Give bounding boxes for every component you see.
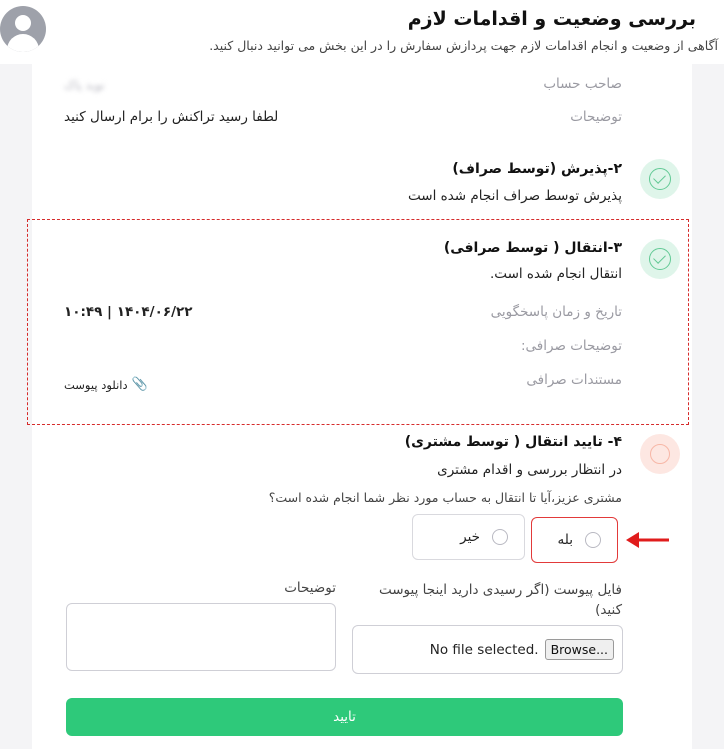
- step-4-title: ۴- تایید انتقال ( توسط مشتری): [404, 434, 622, 450]
- exchange-documents-label: مستندات صرافی: [526, 372, 622, 388]
- avatar[interactable]: [0, 6, 46, 52]
- page-title: بررسی وضعیت و اقدامات لازم: [407, 8, 696, 30]
- avatar-head-shape: [15, 15, 31, 31]
- radio-no[interactable]: [492, 529, 508, 545]
- account-notes-label: توضیحات: [570, 109, 622, 125]
- page-header: بررسی وضعیت و اقدامات لازم آگاهی از وضعی…: [0, 0, 724, 64]
- step-2-description: پذیرش توسط صراف انجام شده است: [408, 188, 622, 204]
- option-no-label: خیر: [460, 529, 480, 545]
- file-input[interactable]: No file selected. Browse...: [352, 625, 623, 674]
- account-owner-value: نوید پاک: [64, 78, 105, 92]
- step-4-description: در انتظار بررسی و اقدام مشتری: [437, 462, 622, 478]
- radio-yes[interactable]: [585, 532, 601, 548]
- account-notes-value: لطفا رسید تراکنش را برام ارسال کنید: [64, 109, 279, 125]
- step-2-title: ۲-پذیرش (توسط صراف): [452, 161, 622, 177]
- step-4-pending-icon: [640, 434, 680, 474]
- page-subtitle: آگاهی از وضعیت و انجام اقدامات لازم جهت …: [209, 38, 718, 53]
- response-time-value: ۱۴۰۴/۰۶/۲۲ | ۱۰:۴۹: [64, 304, 193, 320]
- paperclip-icon: 📎: [131, 377, 148, 392]
- response-time-label: تاریخ و زمان پاسخگویی: [490, 304, 622, 320]
- browse-button[interactable]: Browse...: [544, 639, 614, 660]
- step-3-check-icon: [640, 239, 680, 279]
- account-owner-label: صاحب حساب: [543, 76, 622, 92]
- step-2-check-icon: [640, 159, 680, 199]
- file-status-text: No file selected.: [429, 641, 539, 658]
- option-yes-label: بله: [557, 532, 573, 548]
- attachment-label: فایل پیوست (اگر رسیدی دارید اینجا پیوست …: [378, 582, 622, 618]
- form-notes-label: توضیحات: [284, 580, 336, 596]
- exchange-notes-label: توضیحات صرافی:: [520, 338, 622, 354]
- option-no[interactable]: خیر: [412, 514, 525, 560]
- download-attachment-link[interactable]: 📎 دانلود پیوست: [64, 377, 148, 392]
- step-3-description: انتقال انجام شده است.: [490, 266, 622, 282]
- avatar-body-shape: [7, 34, 39, 52]
- step-3-title: ۳-انتقال ( توسط صرافی): [443, 240, 622, 256]
- notes-textarea[interactable]: [66, 603, 336, 671]
- download-attachment-label: دانلود پیوست: [64, 377, 128, 392]
- confirm-question: مشتری عزیز،آیا تا انتقال به حساب مورد نظ…: [268, 490, 622, 505]
- submit-button[interactable]: تایید: [66, 698, 623, 736]
- red-arrow-icon: [626, 532, 669, 548]
- option-yes[interactable]: بله: [531, 517, 618, 563]
